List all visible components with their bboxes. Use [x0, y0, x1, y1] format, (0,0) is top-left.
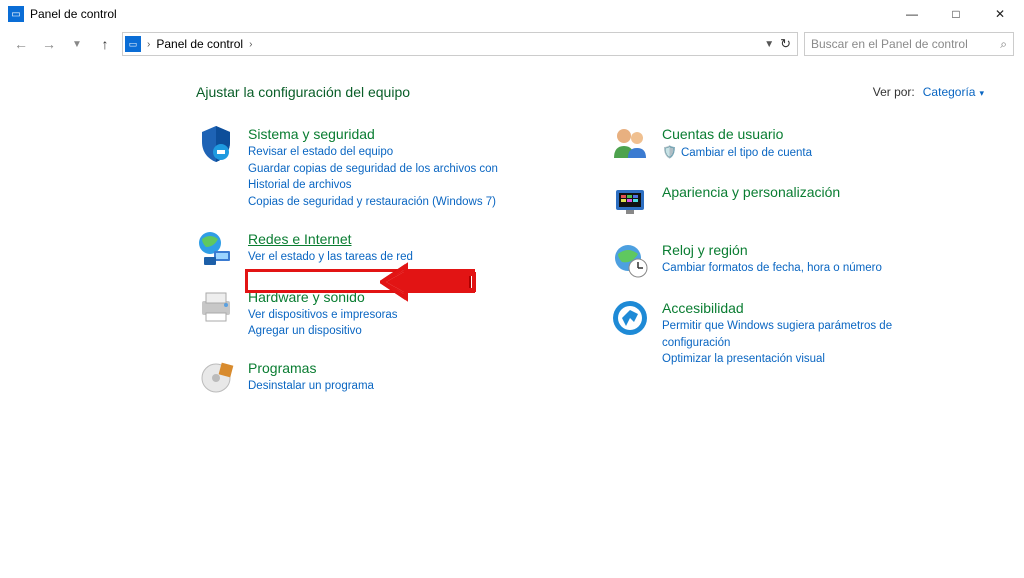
category-user-accounts: Cuentas de usuario 🛡️Cambiar el tipo de … [610, 124, 984, 164]
address-dropdown-icon[interactable]: ▼ [764, 39, 774, 50]
close-button[interactable]: ✕ [978, 0, 1022, 28]
search-input[interactable]: Buscar en el Panel de control ⌕ [804, 32, 1014, 56]
titlebar: ▭ Panel de control — □ ✕ [0, 0, 1024, 28]
link-optimize-visual[interactable]: Optimizar la presentación visual [662, 351, 942, 368]
cat-title-clock[interactable]: Reloj y región [662, 242, 882, 258]
category-programs: Programas Desinstalar un programa [196, 358, 570, 398]
address-icon: ▭ [125, 36, 141, 52]
globe-network-icon [196, 229, 236, 269]
printer-icon [196, 287, 236, 327]
link-devices-printers[interactable]: Ver dispositivos e impresoras [248, 307, 398, 324]
category-accessibility: Accesibilidad Permitir que Windows sugie… [610, 298, 984, 368]
recent-button[interactable]: ▼ [66, 33, 88, 55]
link-suggest-settings[interactable]: Permitir que Windows sugiera parámetros … [662, 318, 942, 351]
accessibility-icon [610, 298, 650, 338]
content-area: Ajustar la configuración del equipo Ver … [0, 60, 1024, 416]
search-placeholder: Buscar en el Panel de control [811, 37, 968, 51]
clock-globe-icon [610, 240, 650, 280]
cat-title-system[interactable]: Sistema y seguridad [248, 126, 528, 142]
cat-title-users[interactable]: Cuentas de usuario [662, 126, 812, 142]
right-column: Cuentas de usuario 🛡️Cambiar el tipo de … [610, 124, 984, 416]
back-button[interactable]: ← [10, 33, 32, 55]
up-button[interactable]: ↑ [94, 33, 116, 55]
viewby-label: Ver por: [873, 85, 915, 99]
link-change-account-type[interactable]: 🛡️Cambiar el tipo de cuenta [662, 144, 812, 162]
link-file-history[interactable]: Guardar copias de seguridad de los archi… [248, 161, 528, 194]
refresh-icon[interactable]: ↻ [780, 36, 791, 52]
chevron-right-icon[interactable]: › [249, 39, 252, 50]
left-column: Sistema y seguridad Revisar el estado de… [196, 124, 570, 416]
link-add-device[interactable]: Agregar un dispositivo [248, 323, 398, 340]
link-change-formats[interactable]: Cambiar formatos de fecha, hora o número [662, 260, 882, 277]
uac-shield-icon: 🛡️ [662, 145, 677, 159]
page-title: Ajustar la configuración del equipo [196, 84, 410, 100]
link-uninstall[interactable]: Desinstalar un programa [248, 378, 374, 395]
address-bar[interactable]: ▭ › Panel de control › ▼ ↻ [122, 32, 798, 56]
navbar: ← → ▼ ↑ ▭ › Panel de control › ▼ ↻ Busca… [0, 28, 1024, 60]
category-system-security: Sistema y seguridad Revisar el estado de… [196, 124, 570, 211]
category-appearance: Apariencia y personalización [610, 182, 984, 222]
search-icon: ⌕ [1000, 37, 1007, 52]
control-panel-icon: ▭ [8, 6, 24, 22]
link-network-status[interactable]: Ver el estado y las tareas de red [248, 249, 413, 266]
category-hardware-sound: Hardware y sonido Ver dispositivos e imp… [196, 287, 570, 340]
appearance-icon [610, 182, 650, 222]
category-network-internet: Redes e Internet Ver el estado y las tar… [196, 229, 570, 269]
cat-title-hardware[interactable]: Hardware y sonido [248, 289, 398, 305]
users-icon [610, 124, 650, 164]
breadcrumb-root[interactable]: Panel de control [156, 37, 243, 51]
window-title: Panel de control [30, 7, 117, 21]
forward-button[interactable]: → [38, 33, 60, 55]
cat-title-appearance[interactable]: Apariencia y personalización [662, 184, 840, 200]
maximize-button[interactable]: □ [934, 0, 978, 28]
chevron-right-icon[interactable]: › [147, 39, 150, 50]
link-review-status[interactable]: Revisar el estado del equipo [248, 144, 528, 161]
viewby-value: Categoría [923, 85, 976, 99]
cat-title-network[interactable]: Redes e Internet [248, 231, 413, 247]
shield-icon [196, 124, 236, 164]
category-clock-region: Reloj y región Cambiar formatos de fecha… [610, 240, 984, 280]
minimize-button[interactable]: — [890, 0, 934, 28]
viewby-dropdown[interactable]: Categoría▾ [923, 85, 984, 99]
cat-title-accessibility[interactable]: Accesibilidad [662, 300, 942, 316]
link-backup-restore[interactable]: Copias de seguridad y restauración (Wind… [248, 194, 528, 211]
chevron-down-icon: ▾ [979, 88, 984, 98]
cat-title-programs[interactable]: Programas [248, 360, 374, 376]
programs-icon [196, 358, 236, 398]
